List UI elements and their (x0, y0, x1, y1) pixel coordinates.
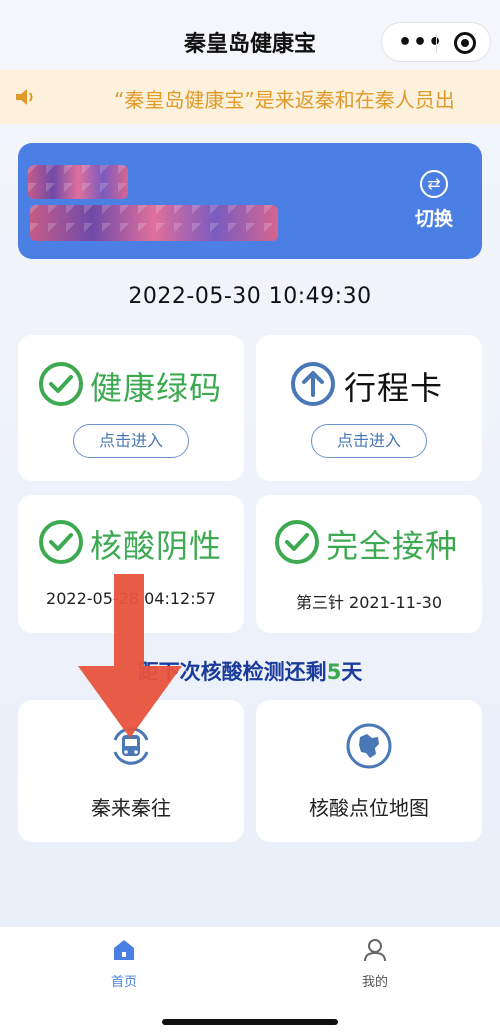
trip-card-enter-button[interactable]: 点击进入 (311, 424, 427, 458)
red-annotation-arrow (78, 574, 182, 738)
vaccine-title: 完全接种 (326, 527, 459, 565)
speaker-icon (16, 89, 33, 105)
health-code-card[interactable]: 健康绿码 点击进入 (18, 335, 244, 481)
up-arrow-circle-icon (291, 362, 335, 406)
nucleic-title: 核酸阴性 (90, 527, 223, 565)
trip-card[interactable]: 行程卡 点击进入 (256, 335, 482, 481)
blurred-name (28, 165, 128, 199)
close-target-icon[interactable] (454, 32, 476, 54)
switch-user-button[interactable]: ⇄ 切换 (406, 170, 462, 231)
mini-program-capsule: ••• (381, 22, 491, 62)
home-icon (114, 940, 134, 960)
current-datetime: 2022-05-30 10:49:30 (128, 284, 372, 309)
check-circle-icon (39, 362, 83, 406)
service-nucleic-map[interactable]: 核酸点位地图 (256, 700, 482, 842)
tab-home-label: 首页 (110, 975, 137, 990)
health-code-title: 健康绿码 (90, 369, 223, 407)
map-icon (346, 723, 392, 769)
capsule-divider (436, 33, 437, 53)
notice-bar[interactable]: “秦皇岛健康宝”是来返秦和在秦人员出 (0, 70, 500, 124)
user-icon (364, 939, 386, 962)
trip-card-title: 行程卡 (344, 369, 444, 407)
tab-home[interactable]: 首页 (84, 937, 164, 990)
nucleic-countdown: 距下次核酸检测还剩5天 (0, 656, 500, 686)
blurred-id-number (30, 205, 278, 241)
home-indicator (162, 1019, 338, 1025)
notice-text: “秦皇岛健康宝”是来返秦和在秦人员出 (114, 88, 455, 112)
countdown-days: 5 (326, 660, 342, 684)
swap-arrows-icon: ⇄ (420, 170, 448, 198)
tab-mine-label: 我的 (361, 975, 388, 990)
tab-mine[interactable]: 我的 (335, 937, 415, 990)
health-code-enter-button[interactable]: 点击进入 (73, 424, 189, 458)
check-circle-icon (39, 520, 83, 564)
service-label: 秦来秦往 (91, 796, 171, 820)
switch-label: 切换 (414, 208, 453, 230)
nav-header: 秦皇岛健康宝 ••• (0, 0, 500, 80)
vaccine-card[interactable]: 完全接种 第三针 2021-11-30 (256, 495, 482, 633)
service-label: 核酸点位地图 (309, 796, 429, 820)
countdown-suffix: 天 (341, 660, 363, 684)
check-circle-icon (275, 520, 319, 564)
vaccine-date: 第三针 2021-11-30 (295, 593, 443, 612)
